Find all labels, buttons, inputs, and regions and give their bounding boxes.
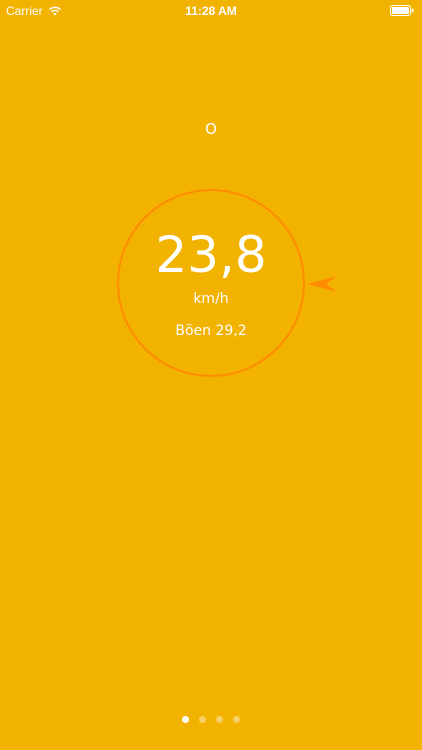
battery-icon xyxy=(390,5,414,16)
wind-gauge: 23,8 km/h Böen 29,2 xyxy=(117,189,305,377)
gust-value: Böen 29,2 xyxy=(175,323,247,339)
wind-speed-unit: km/h xyxy=(193,291,229,307)
status-bar: Carrier 11:28 AM xyxy=(0,0,422,22)
page-dot[interactable] xyxy=(199,716,206,723)
status-time: 11:28 AM xyxy=(185,4,237,18)
page-control[interactable] xyxy=(0,716,422,723)
page-dot[interactable] xyxy=(233,716,240,723)
wind-speed-value: 23,8 xyxy=(155,226,267,284)
page-dot[interactable] xyxy=(216,716,223,723)
direction-arrow-icon xyxy=(307,276,337,292)
wind-direction-label: O xyxy=(205,120,217,138)
page-dot[interactable] xyxy=(182,716,189,723)
